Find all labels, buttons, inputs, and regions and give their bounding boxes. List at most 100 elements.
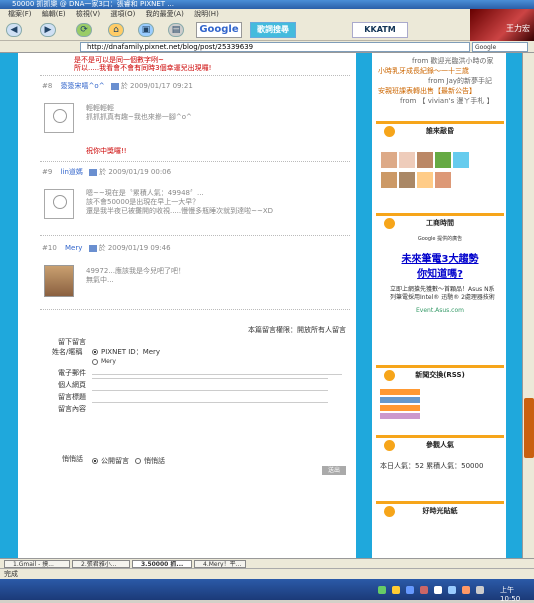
google-button[interactable]: Google [196, 22, 242, 38]
url-input[interactable]: http://dnafamily.pixnet.net/blog/post/25… [80, 42, 470, 52]
pixnet-id-option[interactable]: PIXNET ID：Mery [92, 347, 160, 357]
visitor-thumb[interactable] [435, 152, 451, 168]
submit-button[interactable]: 送出 [322, 466, 346, 475]
comment-number: #10 [42, 244, 57, 252]
visitor-thumb[interactable] [381, 172, 397, 188]
corner-banner: 王力宏 [470, 9, 534, 41]
ad-headline[interactable]: 你知道嗎? [376, 265, 504, 280]
menu-options[interactable]: 選項(O) [110, 10, 135, 18]
avatar[interactable] [44, 189, 74, 219]
menu-edit[interactable]: 編輯(E) [42, 10, 66, 18]
radio-icon[interactable] [135, 458, 141, 464]
menu-view[interactable]: 檢視(V) [76, 10, 100, 18]
comment-date: 於 2009/01/19 09:46 [98, 244, 171, 252]
ad-headline[interactable]: 未來筆電3大趨勢 [376, 250, 504, 265]
guest-name-option[interactable]: Mery [92, 358, 116, 365]
menu-help[interactable]: 說明(H) [194, 10, 219, 18]
save-icon[interactable]: ▤ [168, 23, 184, 37]
refresh-icon[interactable]: ⟳ [76, 23, 92, 37]
forward-icon[interactable]: ▶ [40, 23, 56, 37]
corner-label: 王力宏 [506, 24, 530, 33]
scrollbar-thumb[interactable] [524, 398, 534, 458]
status-text: 完成 [4, 570, 18, 578]
rss-badge[interactable] [380, 405, 420, 411]
form-title: 留下留言 [58, 338, 86, 346]
google-search-input[interactable]: Google [472, 42, 528, 52]
sidebar-link[interactable]: 小時乳牙成長紀錄～一十三歲 [378, 66, 469, 76]
public-option[interactable]: 公開留言 悄悄話 [92, 456, 165, 466]
rss-badge[interactable] [380, 397, 420, 403]
status-bar: 完成 [0, 568, 534, 579]
tray-icon[interactable] [434, 586, 442, 594]
cube-icon[interactable]: ▣ [138, 23, 154, 37]
radio-icon[interactable] [92, 358, 98, 365]
subject-field[interactable] [92, 394, 328, 403]
tray-icon[interactable] [420, 586, 428, 594]
comment-author[interactable]: 簽簽宋嘻^o^ [61, 82, 105, 90]
menu-bar: 檔案(F) 編輯(E) 檢視(V) 選項(O) 我的最愛(A) 說明(H) [0, 9, 470, 19]
name-label: 姓名/暱稱 [52, 348, 83, 356]
rss-badge[interactable] [380, 389, 420, 395]
website-label: 個人網頁 [58, 381, 86, 389]
popularity-title: 參觀人氣 [376, 435, 504, 451]
reply-text: 祝你中獎囉!! [86, 147, 127, 155]
volume-icon[interactable] [476, 586, 484, 594]
ad-provider[interactable]: Google 提供的廣告 [376, 235, 504, 242]
menu-file[interactable]: 檔案(F) [8, 10, 32, 18]
visitor-thumb[interactable] [381, 152, 397, 168]
comment-body: 抓抓抓真有趣~我也來摻一腳^o^ [86, 113, 192, 121]
tray-icon[interactable] [378, 586, 386, 594]
rss-title: 新聞交換(RSS) [376, 365, 504, 381]
content-label: 留言內容 [58, 405, 86, 413]
tray-icon[interactable] [406, 586, 414, 594]
website-field[interactable] [92, 382, 328, 391]
tray-icon[interactable] [448, 586, 456, 594]
popularity-text: 本日人氣：52 累積人氣：50000 [380, 462, 484, 470]
email-field[interactable] [92, 370, 328, 379]
radio-icon[interactable] [92, 349, 98, 355]
secret-label: 悄悄話 [62, 455, 83, 463]
visitor-thumb[interactable] [453, 152, 469, 168]
tab-3[interactable]: 3.50000 抓... [132, 560, 192, 568]
tray-icon[interactable] [392, 586, 400, 594]
calendar-icon [88, 244, 97, 252]
visitor-thumb[interactable] [435, 172, 451, 188]
sidebar-link[interactable]: from 歡迎光臨洪小時の家 [412, 56, 494, 66]
sidebar-link[interactable]: from 【 vivian's 漫ㄚ手札 】 [400, 96, 494, 106]
kkatm-button[interactable]: KKATM [352, 22, 408, 38]
lyrics-search-button[interactable]: 歌詞搜尋 [250, 22, 296, 38]
visitor-thumb[interactable] [417, 172, 433, 188]
content-textarea[interactable] [92, 405, 328, 447]
visitors-title: 誰來敲昏 [376, 121, 504, 137]
sidebar-link[interactable]: 安親班課表轉出售【最新公告】 [378, 86, 476, 96]
tray-icon[interactable] [462, 586, 470, 594]
sidebar-link[interactable]: from Jay的新夢手記 [428, 76, 492, 86]
visitor-thumb[interactable] [417, 152, 433, 168]
comment-author[interactable]: lin道媽 [61, 168, 83, 176]
avatar-photo[interactable] [44, 265, 74, 297]
page-viewport: 是不是可以是同一個數字咧~ 所以.....我看會不會有同時3個幸運兒出現囉! #… [0, 53, 522, 558]
back-icon[interactable]: ◀ [6, 23, 22, 37]
clock: 上午 10:50 [500, 586, 521, 603]
private-option-label: 悄悄話 [144, 457, 165, 465]
window-title: 50000 抓抓樂 @ DNA一家3口：張睿和 PIXNET ... [0, 0, 534, 9]
ad-link[interactable]: Event.Asus.com [376, 307, 504, 314]
visitor-thumb[interactable] [399, 152, 415, 168]
menu-favorites[interactable]: 我的最愛(A) [146, 10, 184, 18]
vertical-scrollbar[interactable] [522, 53, 534, 558]
comment-author[interactable]: Mery [65, 244, 82, 252]
tab-4[interactable]: 4.Mery！平... [194, 560, 246, 568]
visitor-thumb[interactable] [399, 172, 415, 188]
tab-bar: 1.Gmail - 摸... 2.張君雅小... 3.50000 抓... 4.… [0, 558, 534, 568]
windows-taskbar: 上午 10:50 [0, 579, 534, 603]
visitors-box: 誰來敲昏 [376, 121, 504, 203]
comment-body: 還是我半夜已被攤開的收視.....慢慢多瓶睡次就到達啦~~XD [86, 207, 274, 215]
home-icon[interactable]: ⌂ [108, 23, 124, 37]
comment-number: #8 [42, 82, 53, 90]
avatar[interactable] [44, 103, 74, 133]
public-option-label: 公開留言 [101, 457, 129, 465]
tab-2[interactable]: 2.張君雅小... [72, 560, 130, 568]
rss-badge[interactable] [380, 413, 420, 419]
tab-gmail[interactable]: 1.Gmail - 摸... [4, 560, 70, 568]
radio-icon[interactable] [92, 458, 98, 464]
